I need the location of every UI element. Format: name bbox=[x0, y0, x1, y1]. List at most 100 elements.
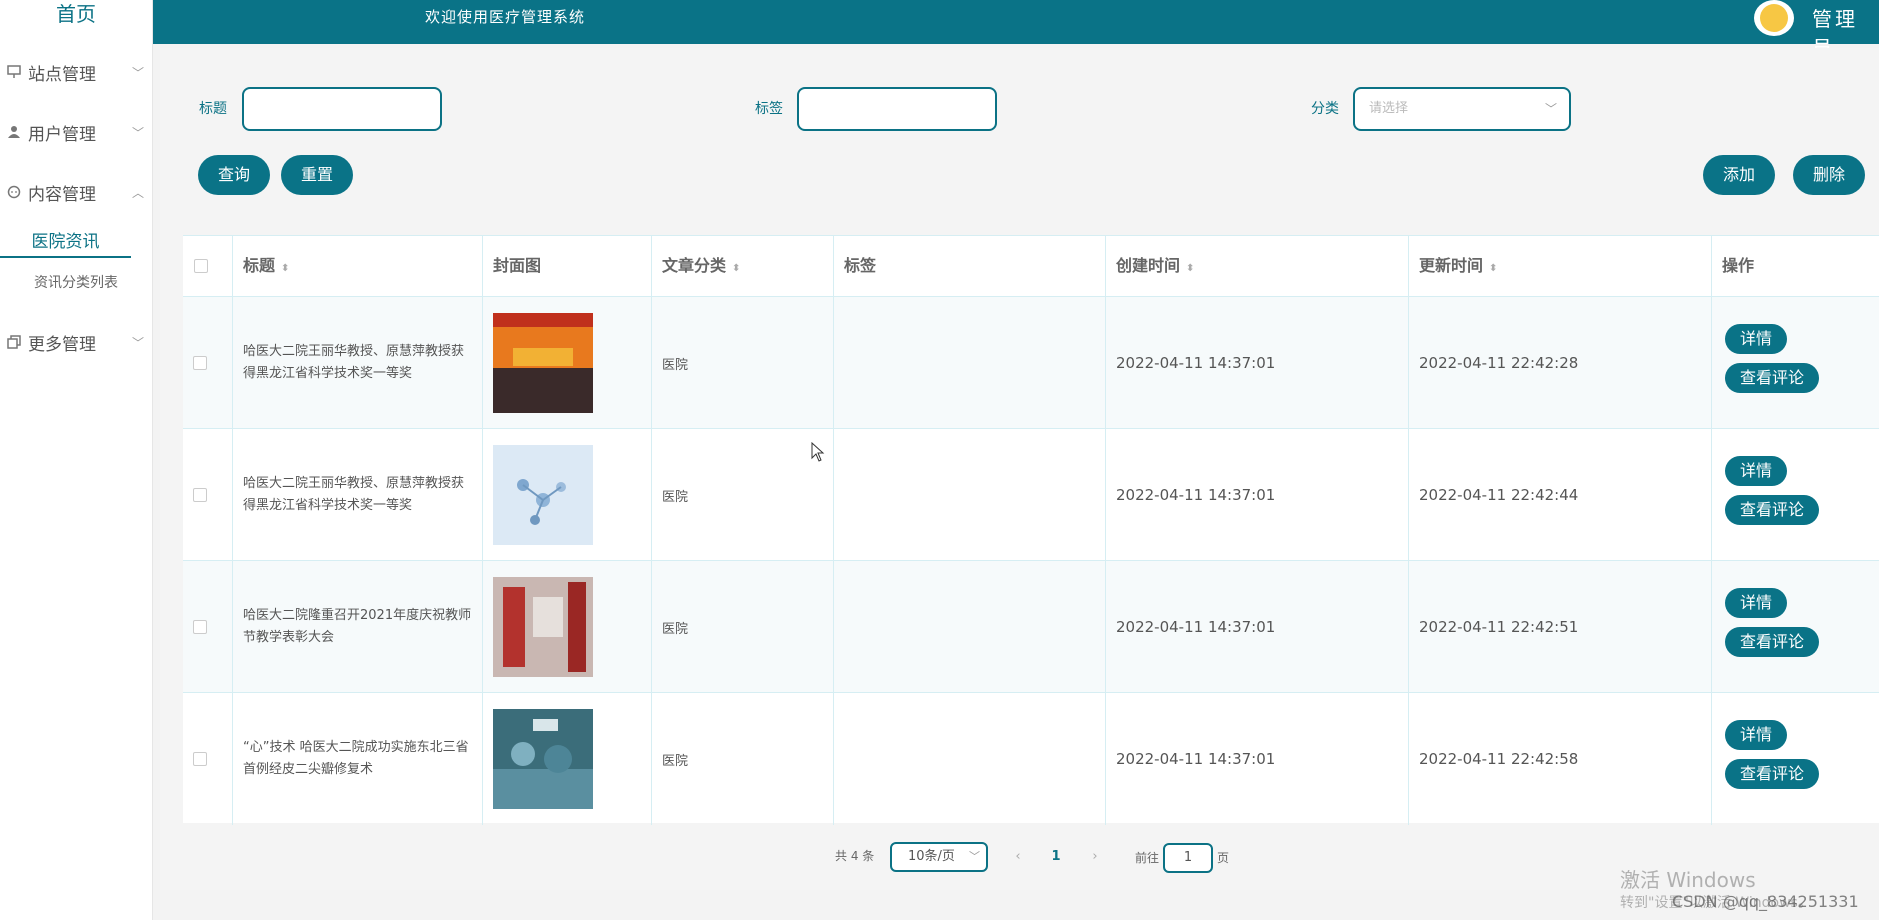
chevron-down-icon: ﹀ bbox=[969, 850, 980, 863]
view-comments-button[interactable]: 查看评论 bbox=[1725, 759, 1819, 789]
table-row: 哈医大二院王丽华教授、原慧萍教授获得黑龙江省科学技术奖一等奖 医院 2022-0… bbox=[183, 296, 1879, 429]
sort-icon[interactable]: ⬍ bbox=[1489, 263, 1497, 274]
column-header-tag: 标签 bbox=[834, 236, 1106, 296]
windows-activation-watermark: 激活 Windows bbox=[1620, 868, 1756, 892]
user-icon bbox=[0, 125, 28, 139]
sidebar-item-users[interactable]: 用户管理 ﹀ bbox=[0, 112, 153, 152]
row-title: 哈医大二院王丽华教授、原慧萍教授获得黑龙江省科学技术奖一等奖 bbox=[233, 297, 483, 429]
row-title: “心”技术 哈医大二院成功实施东北三省首例经皮二尖瓣修复术 bbox=[233, 693, 483, 825]
page-size-value: 10条/页 bbox=[908, 849, 955, 864]
welcome-text: 欢迎使用医疗管理系统 bbox=[425, 8, 586, 26]
home-link[interactable]: 首页 bbox=[0, 0, 152, 28]
query-button[interactable]: 查询 bbox=[198, 155, 270, 195]
mouse-cursor-icon bbox=[811, 442, 825, 462]
sidebar-subitem-news-categories[interactable]: 资讯分类列表 bbox=[34, 272, 118, 292]
title-filter-input[interactable] bbox=[242, 87, 442, 131]
reset-button[interactable]: 重置 bbox=[281, 155, 353, 195]
pagination-total: 共 4 条 bbox=[835, 849, 875, 863]
detail-button[interactable]: 详情 bbox=[1725, 720, 1787, 750]
avatar[interactable] bbox=[1754, 0, 1794, 36]
sidebar-item-label: 用户管理 bbox=[28, 124, 96, 145]
row-created: 2022-04-11 14:37:01 bbox=[1106, 693, 1409, 825]
row-checkbox[interactable] bbox=[193, 752, 207, 766]
tag-filter-input[interactable] bbox=[797, 87, 997, 131]
row-updated: 2022-04-11 22:42:58 bbox=[1409, 693, 1712, 825]
column-header-updated[interactable]: 更新时间 ⬍ bbox=[1409, 236, 1712, 296]
tag-filter-label: 标签 bbox=[755, 101, 783, 117]
column-header-cover: 封面图 bbox=[483, 236, 652, 296]
chevron-down-icon: ﹀ bbox=[131, 65, 144, 80]
prev-page-button[interactable]: ‹ bbox=[1003, 843, 1033, 871]
sidebar-item-label: 站点管理 bbox=[28, 64, 96, 85]
detail-button[interactable]: 详情 bbox=[1725, 588, 1787, 618]
detail-button[interactable]: 详情 bbox=[1725, 456, 1787, 486]
select-all-checkbox[interactable] bbox=[194, 259, 208, 273]
row-checkbox[interactable] bbox=[193, 620, 207, 634]
title-filter-label: 标题 bbox=[199, 101, 227, 117]
row-updated: 2022-04-11 22:42:51 bbox=[1409, 561, 1712, 693]
row-created: 2022-04-11 14:37:01 bbox=[1106, 297, 1409, 429]
sidebar-subitem-hospital-news[interactable]: 医院资讯 bbox=[0, 226, 131, 258]
row-category: 医院 bbox=[652, 561, 834, 693]
chevron-down-icon: ﹀ bbox=[131, 125, 144, 140]
category-select[interactable]: 请选择 ﹀ bbox=[1353, 87, 1571, 131]
view-comments-button[interactable]: 查看评论 bbox=[1725, 495, 1819, 525]
sort-icon[interactable]: ⬍ bbox=[732, 263, 740, 274]
sidebar-item-label: 内容管理 bbox=[28, 184, 96, 205]
row-tag bbox=[834, 297, 1106, 429]
delete-button[interactable]: 删除 bbox=[1793, 155, 1865, 195]
sort-icon[interactable]: ⬍ bbox=[281, 263, 289, 274]
next-page-button[interactable]: › bbox=[1080, 843, 1110, 871]
chevron-left-icon: ‹ bbox=[1015, 849, 1021, 864]
category-select-placeholder: 请选择 bbox=[1369, 101, 1409, 116]
copy-icon bbox=[0, 335, 28, 349]
row-checkbox[interactable] bbox=[193, 356, 207, 370]
row-tag bbox=[834, 693, 1106, 825]
select-all-header bbox=[183, 236, 233, 296]
cover-image bbox=[493, 577, 593, 677]
csdn-watermark: CSDN @qq_834251331 bbox=[1672, 892, 1859, 911]
row-created: 2022-04-11 14:37:01 bbox=[1106, 429, 1409, 561]
sort-icon[interactable]: ⬍ bbox=[1186, 263, 1194, 274]
detail-button[interactable]: 详情 bbox=[1725, 324, 1787, 354]
row-updated: 2022-04-11 22:42:44 bbox=[1409, 429, 1712, 561]
row-checkbox[interactable] bbox=[193, 488, 207, 502]
row-tag bbox=[834, 429, 1106, 561]
table-row: “心”技术 哈医大二院成功实施东北三省首例经皮二尖瓣修复术 医院 2022-04… bbox=[183, 692, 1879, 825]
table-row: 哈医大二院隆重召开2021年度庆祝教师节教学表彰大会 医院 2022-04-11… bbox=[183, 560, 1879, 693]
row-updated: 2022-04-11 22:42:28 bbox=[1409, 297, 1712, 429]
cover-image bbox=[493, 445, 593, 545]
view-comments-button[interactable]: 查看评论 bbox=[1725, 627, 1819, 657]
add-button[interactable]: 添加 bbox=[1703, 155, 1775, 195]
view-comments-button[interactable]: 查看评论 bbox=[1725, 363, 1819, 393]
chevron-down-icon: ﹀ bbox=[131, 335, 144, 350]
chevron-up-icon: ︿ bbox=[131, 185, 144, 200]
goto-page-input[interactable]: 1 bbox=[1163, 843, 1213, 873]
sidebar-item-more[interactable]: 更多管理 ﹀ bbox=[0, 322, 153, 362]
chevron-down-icon: ﹀ bbox=[1544, 102, 1557, 116]
table-row: 哈医大二院王丽华教授、原慧萍教授获得黑龙江省科学技术奖一等奖 医院 2022-0… bbox=[183, 428, 1879, 561]
top-header: 欢迎使用医疗管理系统 管理员 bbox=[153, 0, 1879, 60]
row-tag bbox=[834, 561, 1106, 693]
row-title: 哈医大二院隆重召开2021年度庆祝教师节教学表彰大会 bbox=[233, 561, 483, 693]
row-category: 医院 bbox=[652, 429, 834, 561]
chevron-right-icon: › bbox=[1092, 849, 1098, 864]
column-header-created[interactable]: 创建时间 ⬍ bbox=[1106, 236, 1409, 296]
sidebar-item-site[interactable]: 站点管理 ﹀ bbox=[0, 52, 153, 92]
category-filter-label: 分类 bbox=[1311, 101, 1339, 117]
chat-icon bbox=[0, 185, 28, 199]
page-number-button[interactable]: 1 bbox=[1041, 843, 1071, 871]
sidebar: 首页 站点管理 ﹀ 用户管理 ﹀ 内容管理 ︿ 医院资讯 资讯分类列表 更多管理… bbox=[0, 0, 153, 920]
row-category: 医院 bbox=[652, 693, 834, 825]
row-category: 医院 bbox=[652, 297, 834, 429]
column-header-category[interactable]: 文章分类 ⬍ bbox=[652, 236, 834, 296]
cover-image bbox=[493, 709, 593, 809]
goto-prefix: 前往 bbox=[1135, 851, 1160, 865]
sidebar-item-content[interactable]: 内容管理 ︿ bbox=[0, 172, 153, 212]
row-title: 哈医大二院王丽华教授、原慧萍教授获得黑龙江省科学技术奖一等奖 bbox=[233, 429, 483, 561]
row-created: 2022-04-11 14:37:01 bbox=[1106, 561, 1409, 693]
page-size-select[interactable]: 10条/页 ﹀ bbox=[890, 842, 988, 872]
column-header-title[interactable]: 标题 ⬍ bbox=[233, 236, 483, 296]
news-table: 标题 ⬍ 封面图 文章分类 ⬍ 标签 创建时间 ⬍ 更新时间 ⬍ 操作 哈医大二院王丽华… bbox=[183, 235, 1879, 825]
sidebar-item-label: 更多管理 bbox=[28, 334, 96, 355]
